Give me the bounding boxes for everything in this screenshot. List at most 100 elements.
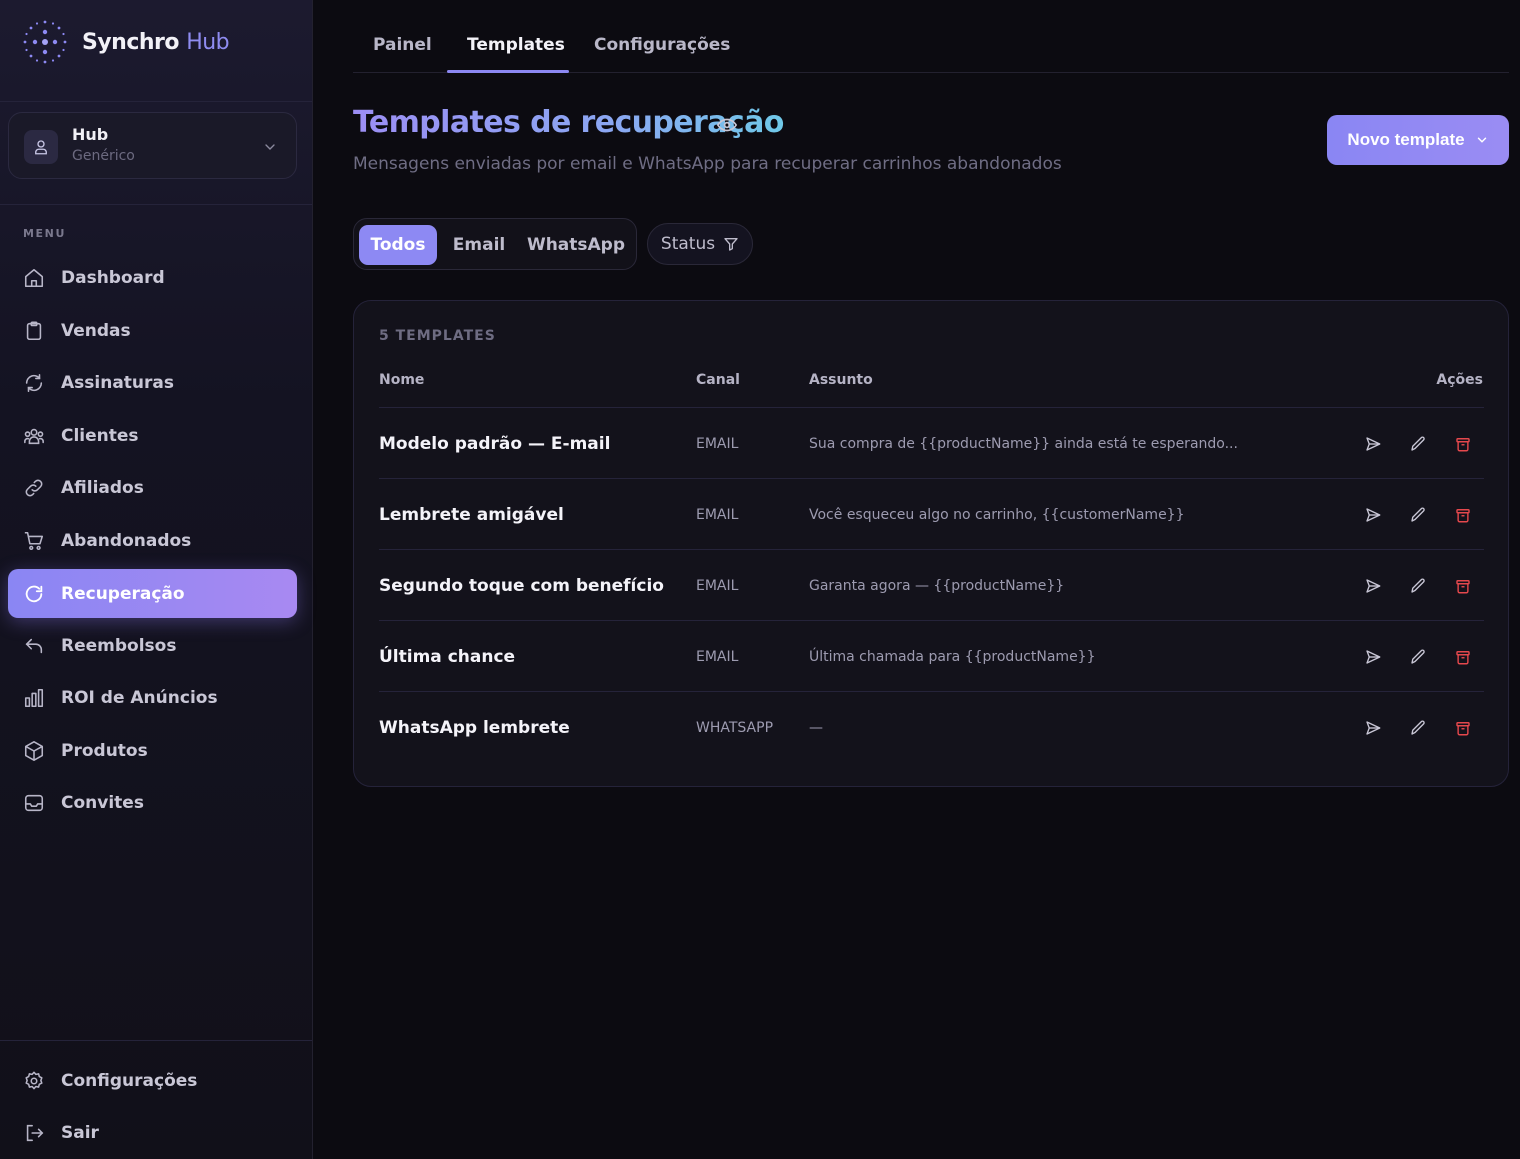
sidebar-item-assinaturas[interactable]: Assinaturas bbox=[8, 358, 297, 407]
template-name: Lembrete amigável bbox=[379, 504, 564, 525]
edit-icon[interactable] bbox=[1407, 717, 1429, 739]
send-icon[interactable] bbox=[1362, 433, 1384, 455]
inbox-icon bbox=[23, 792, 45, 814]
tab-configuracoes[interactable]: Configurações bbox=[594, 35, 730, 55]
delete-icon[interactable] bbox=[1452, 646, 1474, 668]
divider bbox=[0, 1040, 312, 1041]
divider bbox=[0, 101, 312, 102]
sidebar-item-convites[interactable]: Convites bbox=[8, 778, 297, 827]
top-tabs: Painel Templates Configurações bbox=[353, 0, 1509, 73]
status-filter-button[interactable]: Status bbox=[647, 223, 753, 265]
send-icon[interactable] bbox=[1362, 717, 1384, 739]
filter-todos[interactable]: Todos bbox=[359, 225, 437, 265]
delete-icon[interactable] bbox=[1452, 575, 1474, 597]
refresh-icon bbox=[23, 372, 45, 394]
column-header-actions: Ações bbox=[1436, 372, 1483, 388]
clipboard-icon bbox=[23, 320, 45, 342]
filter-whatsapp[interactable]: WhatsApp bbox=[524, 225, 628, 265]
sidebar-item-roi-anuncios[interactable]: ROI de Anúncios bbox=[8, 673, 297, 722]
column-header-subject: Assunto bbox=[809, 372, 873, 388]
tab-painel[interactable]: Painel bbox=[373, 35, 432, 55]
new-template-label: Novo template bbox=[1347, 130, 1465, 149]
account-name: Hub bbox=[72, 125, 109, 144]
sidebar-item-label: Recuperação bbox=[61, 583, 185, 604]
sidebar-item-label: Dashboard bbox=[61, 267, 165, 288]
logo-icon bbox=[22, 19, 68, 65]
sidebar-item-configuracoes[interactable]: Configurações bbox=[8, 1056, 297, 1105]
sidebar-item-label: Abandonados bbox=[61, 530, 192, 551]
user-icon bbox=[24, 130, 58, 164]
divider bbox=[0, 204, 312, 205]
eye-icon[interactable] bbox=[716, 114, 738, 136]
sidebar-item-label: Reembolsos bbox=[61, 635, 177, 656]
menu-title: MENU bbox=[23, 227, 66, 240]
sidebar-item-reembolsos[interactable]: Reembolsos bbox=[8, 621, 297, 670]
send-icon[interactable] bbox=[1362, 646, 1384, 668]
delete-icon[interactable] bbox=[1452, 717, 1474, 739]
sidebar-item-afiliados[interactable]: Afiliados bbox=[8, 463, 297, 512]
brand-suffix: Hub bbox=[186, 29, 230, 55]
templates-count: 5 TEMPLATES bbox=[379, 328, 496, 344]
chevron-down-icon bbox=[1477, 137, 1486, 143]
template-subject: — bbox=[809, 719, 823, 736]
template-name: Última chance bbox=[379, 646, 516, 667]
filter-email[interactable]: Email bbox=[444, 225, 514, 265]
send-icon[interactable] bbox=[1362, 504, 1384, 526]
sidebar-item-label: ROI de Anúncios bbox=[61, 687, 218, 708]
active-tab-indicator bbox=[447, 70, 569, 73]
account-type: Genérico bbox=[72, 148, 135, 164]
column-header-channel: Canal bbox=[696, 372, 740, 388]
edit-icon[interactable] bbox=[1407, 504, 1429, 526]
filter-icon bbox=[724, 238, 738, 251]
brand[interactable]: Synchro Hub bbox=[22, 19, 230, 65]
sidebar-item-recuperacao[interactable]: Recuperação bbox=[8, 569, 297, 618]
template-channel: EMAIL bbox=[696, 506, 739, 523]
rotate-icon bbox=[23, 583, 45, 605]
home-icon bbox=[23, 267, 45, 289]
link-icon bbox=[23, 477, 45, 499]
send-icon[interactable] bbox=[1362, 575, 1384, 597]
account-switcher[interactable]: Hub Genérico bbox=[8, 112, 297, 179]
sidebar-item-label: Sair bbox=[61, 1122, 99, 1143]
logout-icon bbox=[23, 1122, 45, 1144]
template-channel: EMAIL bbox=[696, 648, 739, 665]
table-row[interactable]: WhatsApp lembrete WHATSAPP — bbox=[379, 691, 1484, 762]
brand-name: Synchro bbox=[82, 29, 180, 55]
template-channel: EMAIL bbox=[696, 435, 739, 452]
template-channel: WHATSAPP bbox=[696, 719, 774, 736]
table-row[interactable]: Modelo padrão — E-mail EMAIL Sua compra … bbox=[379, 407, 1484, 478]
gear-icon bbox=[23, 1070, 45, 1092]
chevron-down-icon bbox=[262, 139, 278, 155]
status-filter-label: Status bbox=[660, 234, 716, 254]
tab-templates[interactable]: Templates bbox=[467, 35, 565, 55]
sidebar-item-label: Configurações bbox=[61, 1070, 198, 1091]
template-subject: Garanta agora — {{productName}} bbox=[809, 577, 1065, 594]
box-icon bbox=[23, 740, 45, 762]
cart-icon bbox=[23, 530, 45, 552]
delete-icon[interactable] bbox=[1452, 504, 1474, 526]
sidebar-item-vendas[interactable]: Vendas bbox=[8, 306, 297, 355]
sidebar-item-abandonados[interactable]: Abandonados bbox=[8, 516, 297, 565]
sidebar-item-dashboard[interactable]: Dashboard bbox=[8, 253, 297, 302]
sidebar-item-label: Produtos bbox=[61, 740, 148, 761]
undo-icon bbox=[23, 635, 45, 657]
edit-icon[interactable] bbox=[1407, 646, 1429, 668]
table-row[interactable]: Lembrete amigável EMAIL Você esqueceu al… bbox=[379, 478, 1484, 549]
template-channel: EMAIL bbox=[696, 577, 739, 594]
sidebar-item-sair[interactable]: Sair bbox=[8, 1108, 297, 1157]
delete-icon[interactable] bbox=[1452, 433, 1474, 455]
table-row[interactable]: Segundo toque com benefício EMAIL Garant… bbox=[379, 549, 1484, 620]
new-template-button[interactable]: Novo template bbox=[1327, 115, 1509, 165]
sidebar-item-produtos[interactable]: Produtos bbox=[8, 726, 297, 775]
edit-icon[interactable] bbox=[1407, 433, 1429, 455]
sidebar-item-label: Convites bbox=[61, 792, 144, 813]
template-name: Modelo padrão — E-mail bbox=[379, 433, 611, 454]
template-name: WhatsApp lembrete bbox=[379, 717, 570, 738]
channel-filter: Todos Email WhatsApp bbox=[353, 218, 637, 270]
column-header-name: Nome bbox=[379, 372, 425, 388]
sidebar: Synchro Hub Hub Genérico MENU Dashboard … bbox=[0, 0, 313, 1159]
page-subtitle: Mensagens enviadas por email e WhatsApp … bbox=[353, 154, 1062, 174]
edit-icon[interactable] bbox=[1407, 575, 1429, 597]
sidebar-item-clientes[interactable]: Clientes bbox=[8, 411, 297, 460]
table-row[interactable]: Última chance EMAIL Última chamada para … bbox=[379, 620, 1484, 691]
